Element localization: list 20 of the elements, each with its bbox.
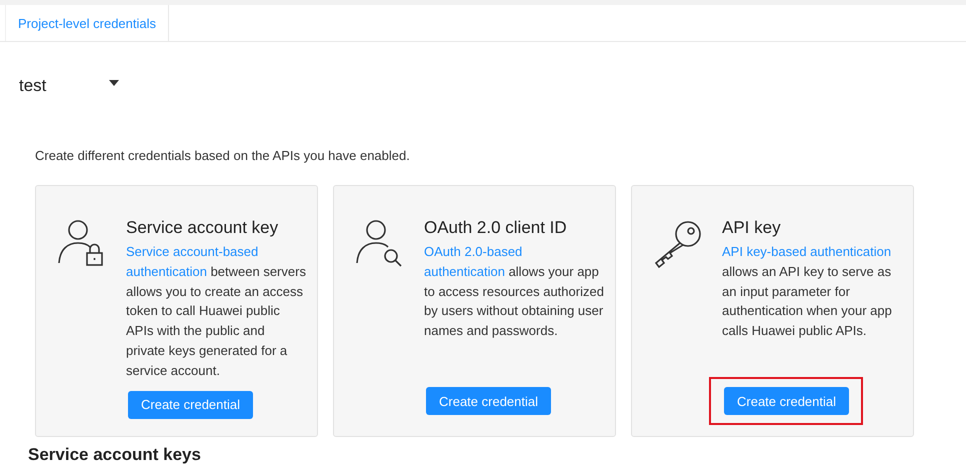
create-credential-button[interactable]: Create credential xyxy=(724,387,849,415)
tab[interactable]: Project-level credentials xyxy=(5,5,170,41)
card-description: API key-based authentication allows an API key to serve as an input parameter for authentication when your app calls Huawei public APIs. xyxy=(722,243,893,340)
card-title: API key xyxy=(722,218,782,238)
card-title: OAuth 2.0 client ID xyxy=(424,218,568,238)
documentation-link[interactable]: Service account-based xyxy=(126,244,258,259)
create-credential-button[interactable]: Create credential xyxy=(426,387,551,415)
documentation-link[interactable]: API key-based authentication xyxy=(722,244,892,259)
key-icon xyxy=(652,219,704,269)
documentation-link[interactable]: authentication xyxy=(126,264,207,279)
documentation-link[interactable]: OAuth 2.0-based xyxy=(424,244,522,259)
card-description: Service account-based authentication between servers allows you to create an access token to call Huawei public APIs with the public and private keys generated for a service account. xyxy=(126,243,307,380)
project-dropdown[interactable]: test xyxy=(19,76,119,96)
documentation-link[interactable]: authentication xyxy=(424,264,505,279)
card-description: OAuth 2.0-based authentication allows your app to access resources authorized by users without obtaining user names and passwords. xyxy=(424,243,605,340)
description-text: Create different credentials based on the APIs you have enabled. xyxy=(35,148,411,163)
caret-icon xyxy=(109,80,119,86)
create-credential-button[interactable]: Create credential xyxy=(128,390,253,419)
card-title: Service account key xyxy=(126,218,280,238)
section-heading: Service account keys xyxy=(28,445,202,465)
